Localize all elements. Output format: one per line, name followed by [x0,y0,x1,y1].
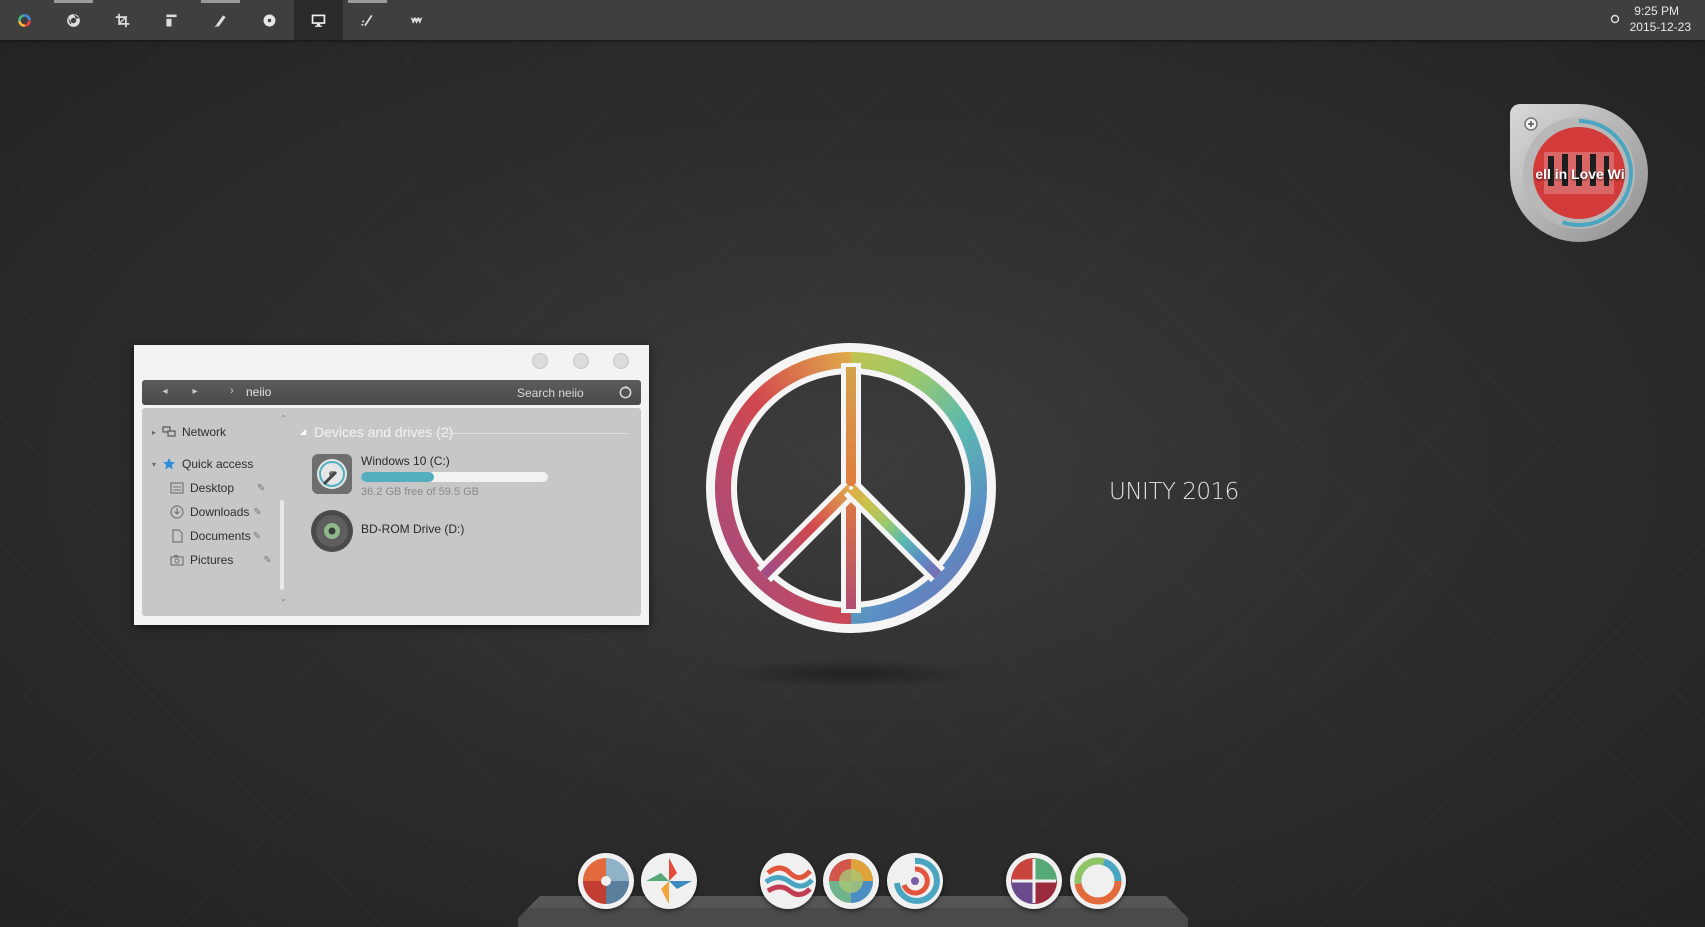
layout-icon [166,14,177,26]
star-icon [163,458,175,470]
dock-app-6[interactable] [1006,853,1062,909]
nav-item-quick-access[interactable]: ▾ Quick access [146,454,253,474]
disc-drive-icon [311,510,353,552]
drive-name: BD-ROM Drive (D:) [361,522,465,536]
app-icon-7 [1071,854,1125,908]
nav-item-pictures[interactable]: Pictures ✎ [170,550,272,570]
drive-d[interactable]: BD-ROM Drive (D:) [310,509,630,559]
brush-icon [214,14,226,27]
pin-icon[interactable]: ✎ [257,483,265,494]
drive-name: Windows 10 (C:) [361,454,450,468]
pin-icon[interactable]: ✎ [253,507,261,518]
clock-date: 2015-12-23 [1629,20,1691,34]
nav-item-label: Network [182,425,227,439]
address-path[interactable]: neiio [246,385,271,399]
taskbar-button-bat[interactable] [392,0,441,40]
navigation-pane: ▸ Network ▾ Quick access Desktop ✎ Downl… [142,408,292,616]
record-icon [263,14,276,26]
nav-item-desktop[interactable]: Desktop ✎ [170,478,265,498]
back-button[interactable]: ◂ [158,385,172,399]
bat-icon [410,16,423,24]
desktop-caption: UNITY 2016 [1109,479,1239,505]
open-indicator [348,0,387,3]
address-bar: ◂ ▸ › neiio Search neiio [142,380,641,405]
collapse-icon[interactable]: ◢ [300,427,306,436]
chrome-icon [67,13,80,27]
open-indicator [54,0,93,3]
logo-shadow [720,660,980,688]
scroll-up-arrow[interactable]: ⌃ [280,414,287,423]
app-icon-4 [824,854,878,908]
minimize-button[interactable] [532,353,548,369]
close-button[interactable] [613,353,629,369]
clock[interactable]: 9:25 PM 2015-12-23 [1630,3,1691,35]
app-icon-5 [888,854,942,908]
dock-app-3[interactable] [760,853,816,909]
document-icon [172,529,183,543]
nav-item-label: Pictures [190,553,234,567]
app-icon-1 [579,854,633,908]
dock-app-7[interactable] [1070,853,1126,909]
nav-item-label: Documents [190,529,251,543]
drive-usage-fill [361,472,434,482]
notification-icon[interactable] [1609,13,1621,25]
drive-c[interactable]: Windows 10 (C:) 36.2 GB free of 59.5 GB [310,452,630,502]
dock-app-5[interactable] [887,853,943,909]
app-icon-2 [642,854,696,908]
nav-scrollbar[interactable] [280,500,284,590]
desktop-icon [170,482,184,494]
dock-app-2[interactable] [641,853,697,909]
drive-usage-bar [361,472,548,482]
color-ring-icon [18,13,31,27]
peace-sign-icon [706,343,996,633]
pin-icon[interactable]: ✎ [263,555,271,566]
taskbar-button-pen[interactable] [343,0,392,40]
drive-free-space: 36.2 GB free of 59.5 GB [361,486,480,498]
pin-icon[interactable]: ✎ [253,531,261,542]
chevron-right-icon: › [230,385,234,397]
pen-icon [361,14,373,26]
taskbar-button-monitor[interactable] [294,0,343,40]
taskbar-button-chrome[interactable] [49,0,98,40]
nav-item-network[interactable]: ▸ Network [146,422,226,442]
section-divider [436,433,628,434]
camera-icon [170,555,184,566]
app-icon-3 [761,854,815,908]
dock-app-1[interactable] [578,853,634,909]
section-title: Devices and drives (2) [314,424,454,440]
file-explorer-window: ◂ ▸ › neiio Search neiio ▸ Network ▾ Qui… [134,345,649,625]
dock-app-4[interactable] [823,853,879,909]
download-icon [170,505,184,519]
taskbar-button-layout[interactable] [147,0,196,40]
monitor-icon [311,14,326,27]
nav-item-label: Desktop [190,481,235,495]
open-indicator [201,0,240,3]
chevron-right-icon[interactable]: ▸ [146,428,162,437]
refresh-icon[interactable] [618,385,633,400]
network-icon [162,426,176,437]
chevron-down-icon[interactable]: ▾ [146,460,162,469]
clock-time: 9:25 PM [1634,4,1679,18]
maximize-button[interactable] [573,353,589,369]
taskbar-button-brush[interactable] [196,0,245,40]
app-icon-6 [1007,854,1061,908]
nav-item-downloads[interactable]: Downloads ✎ [170,502,262,522]
forward-button[interactable]: ▸ [188,385,202,399]
nav-item-label: Downloads [190,505,250,519]
crop-tool-icon [115,13,130,27]
scroll-down-arrow[interactable]: ⌄ [280,594,287,603]
explorer-content: ▸ Network ▾ Quick access Desktop ✎ Downl… [142,408,641,616]
nav-item-label: Quick access [182,457,254,471]
now-playing-title: ell in Love Wi [1535,166,1625,182]
taskbar-button-crop[interactable] [98,0,147,40]
taskbar-button-record[interactable] [245,0,294,40]
search-input[interactable]: Search neiio [517,386,584,400]
nav-item-documents[interactable]: Documents ✎ [170,526,261,546]
taskbar: 9:25 PM 2015-12-23 [0,0,1705,40]
taskbar-button-color-ring[interactable] [0,0,49,40]
hard-drive-icon [312,454,352,494]
